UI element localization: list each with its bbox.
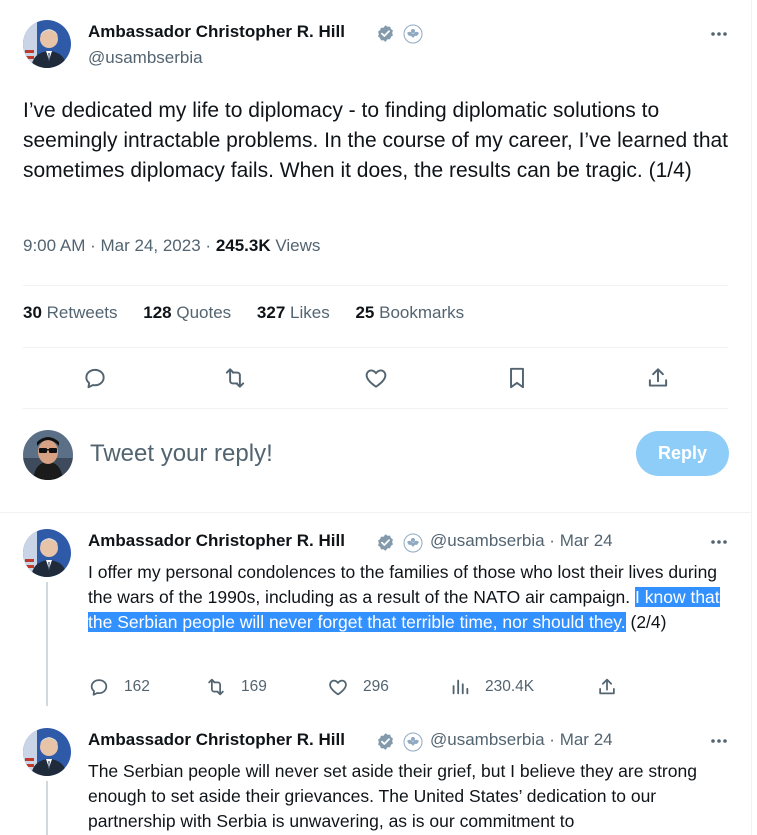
views-icon	[452, 679, 469, 695]
retweet-count-button[interactable]: 169	[205, 676, 267, 698]
tweet-meta: 9:00 AM · Mar 24, 2023 · 245.3K Views	[23, 236, 321, 255]
bookmark-icon	[510, 367, 524, 389]
reply-handle-date[interactable]: @usambserbia · Mar 24	[430, 730, 613, 750]
tweet-detail-page: Ambassador Christopher R. Hill @usambser…	[0, 0, 752, 835]
reply-handle-date[interactable]: @usambserbia · Mar 24	[430, 531, 613, 551]
bookmark-button[interactable]	[504, 365, 530, 391]
quotes-stat[interactable]: 128 Quotes	[143, 303, 231, 323]
tweet-time[interactable]: 9:00 AM	[23, 236, 85, 255]
divider	[23, 285, 728, 286]
views-count-button[interactable]: 230.4K	[449, 676, 534, 698]
views-count: 245.3K	[215, 236, 271, 255]
reply-icon	[90, 679, 108, 696]
reply-author-name[interactable]: Ambassador Christopher R. Hill	[88, 531, 345, 551]
like-button[interactable]	[363, 365, 389, 391]
author-avatar[interactable]	[23, 20, 71, 68]
author-handle[interactable]: @usambserbia	[88, 48, 203, 68]
divider	[23, 347, 728, 348]
reply-input[interactable]: Tweet your reply!	[90, 440, 273, 468]
seal-icon	[403, 732, 423, 752]
author-name[interactable]: Ambassador Christopher R. Hill	[88, 22, 345, 42]
reply-icon	[85, 368, 105, 389]
retweet-button[interactable]	[222, 365, 248, 391]
retweets-stat[interactable]: 30 Retweets	[23, 303, 118, 323]
divider	[23, 408, 728, 409]
reply-text: The Serbian people will never set aside …	[88, 761, 697, 831]
share-button[interactable]	[645, 365, 671, 391]
views-label: Views	[275, 236, 321, 255]
like-count-button[interactable]: 296	[327, 676, 389, 698]
tweet-date[interactable]: Mar 24, 2023	[101, 236, 201, 255]
more-icon[interactable]	[709, 532, 729, 552]
thread-line	[46, 781, 48, 835]
reply-author-name[interactable]: Ambassador Christopher R. Hill	[88, 730, 345, 750]
tweet-text: I’ve dedicated my life to diplomacy - to…	[23, 99, 729, 182]
like-icon	[329, 679, 347, 696]
seal-icon	[403, 24, 423, 44]
verified-badge-icon	[378, 733, 393, 750]
reply-text: I offer my personal condolences to the f…	[88, 562, 720, 632]
seal-icon	[403, 533, 423, 553]
more-icon[interactable]	[709, 24, 729, 44]
bookmarks-stat[interactable]: 25 Bookmarks	[355, 303, 464, 323]
author-avatar[interactable]	[23, 728, 71, 776]
author-avatar[interactable]	[23, 529, 71, 577]
tweet-stats: 30 Retweets 128 Quotes 327 Likes 25 Book…	[23, 303, 485, 323]
share-icon	[648, 368, 668, 387]
share-icon	[599, 678, 615, 695]
user-avatar[interactable]	[23, 430, 73, 480]
retweet-icon	[225, 368, 245, 388]
like-icon	[365, 369, 387, 388]
share-button[interactable]	[596, 676, 632, 698]
more-icon[interactable]	[709, 731, 729, 751]
verified-badge-icon	[378, 534, 393, 551]
thread-line	[46, 582, 48, 706]
divider	[0, 512, 751, 513]
retweet-icon	[208, 678, 224, 696]
reply-button[interactable]	[82, 365, 108, 391]
verified-badge-icon	[378, 25, 393, 42]
reply-count-button[interactable]: 162	[88, 676, 150, 698]
likes-stat[interactable]: 327 Likes	[257, 303, 330, 323]
reply-submit-button[interactable]: Reply	[636, 431, 729, 476]
